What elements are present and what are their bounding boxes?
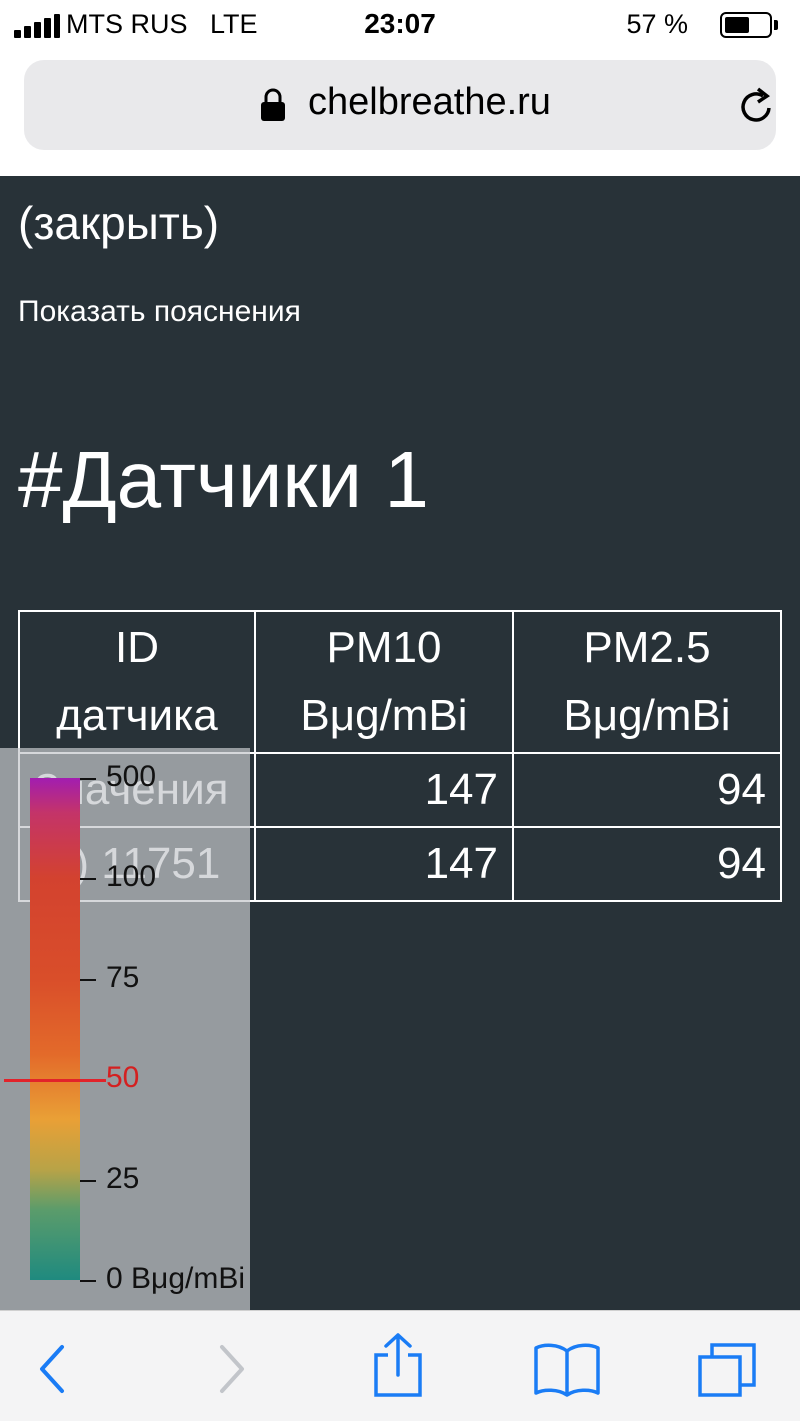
legend-tick-label: 0 Bμg/mBi (106, 1262, 245, 1295)
cell-pm25: 94 (512, 826, 782, 902)
legend-tick (80, 778, 96, 780)
cell-pm10: 147 (254, 826, 514, 902)
battery-percent: 57 % (626, 9, 688, 39)
legend-tick-label: 500 (106, 760, 157, 793)
url-text[interactable]: chelbreathe.ru (308, 81, 551, 124)
back-icon[interactable] (24, 1339, 84, 1399)
reload-icon[interactable] (736, 86, 778, 128)
cell-pm10: 147 (254, 752, 514, 828)
forward-icon[interactable] (200, 1339, 260, 1399)
battery-icon (720, 12, 772, 38)
header-pm10: PM10 Bμg/mBi (254, 610, 514, 754)
header-pm25: PM2.5 Bμg/mBi (512, 610, 782, 754)
legend-tick-label: 50 (106, 1061, 140, 1094)
address-bar[interactable]: chelbreathe.ru (24, 60, 776, 150)
share-icon[interactable] (368, 1331, 428, 1399)
table-header-row: ID датчика PM10 Bμg/mBi PM2.5 Bμg/mBi (18, 610, 782, 754)
legend-tick-label: 25 (106, 1162, 140, 1195)
legend-tick-label: 100 (106, 860, 157, 893)
battery-tip (774, 20, 778, 30)
legend-tick-label: 75 (106, 961, 140, 994)
header-sensor-id: ID датчика (18, 610, 256, 754)
status-bar: MTS RUS LTE 23:07 57 % (0, 0, 800, 52)
legend-tick (80, 878, 96, 880)
close-link[interactable]: (закрыть) (18, 196, 219, 250)
legend-tick (80, 979, 96, 981)
browser-chrome: chelbreathe.ru (0, 52, 800, 176)
legend-tick (80, 1280, 96, 1282)
limit-marker-line (4, 1079, 106, 1082)
show-explanations-link[interactable]: Показать пояснения (18, 295, 301, 329)
bookmarks-icon[interactable] (532, 1339, 602, 1399)
legend-tick (80, 1180, 96, 1182)
lock-icon (261, 88, 285, 121)
color-scale-legend: 500 100 75 50 25 0 Bμg/mBi (0, 748, 250, 1310)
color-gradient-bar (30, 778, 80, 1280)
tabs-icon[interactable] (696, 1339, 762, 1399)
cell-pm25: 94 (512, 752, 782, 828)
browser-toolbar (0, 1310, 800, 1421)
page-title: #Датчики 1 (18, 435, 429, 524)
